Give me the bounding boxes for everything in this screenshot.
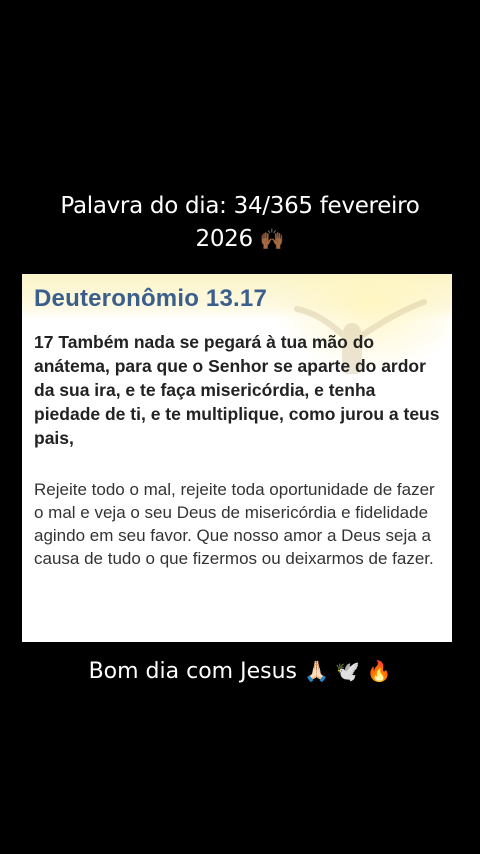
raised-hands-icon: 🙌🏾 [259,227,285,251]
bottom-caption-text: Bom dia com Jesus [88,659,297,684]
verse-text: 17 Também nada se pegará à tua mão do an… [34,332,440,448]
verse-card: Deuteronômio 13.17 17 Também nada se peg… [22,274,452,642]
top-caption: Palavra do dia: 34/365 fevereiro 2026 🙌🏾 [0,190,480,256]
bottom-caption: Bom dia com Jesus 🙏🏻 🕊️ 🔥 [0,655,480,688]
verse-reference: Deuteronômio 13.17 [34,285,267,312]
top-caption-line1: Palavra do dia: 34/365 fevereiro [60,193,420,219]
prayer-dove-fire-icons: 🙏🏻 🕊️ 🔥 [303,659,392,683]
reflection-text: Rejeite todo o mal, rejeite toda oportun… [34,480,435,568]
top-caption-year: 2026 [195,226,254,252]
top-caption-line2-wrap: 2026 🙌🏾 [0,223,480,256]
